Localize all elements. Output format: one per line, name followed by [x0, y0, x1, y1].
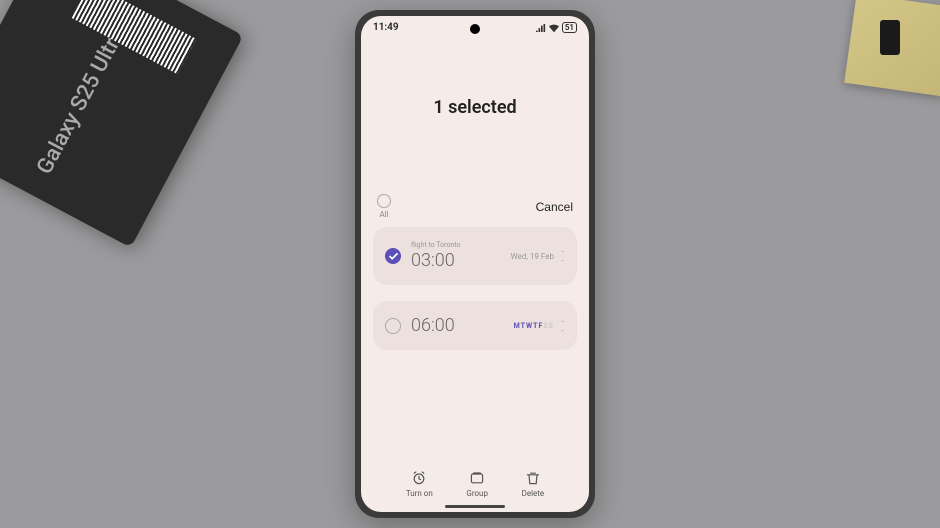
select-all-label: All — [379, 210, 388, 219]
alarm-icon — [411, 470, 427, 486]
camera-hole — [470, 24, 480, 34]
alarm-checkbox-unchecked[interactable] — [385, 318, 401, 334]
alarm-content: 06:00 — [411, 315, 504, 336]
status-time: 11:49 — [373, 22, 399, 33]
group-button[interactable]: Group — [466, 470, 488, 498]
alarm-item[interactable]: 06:00 MTWTFSS ⌃⌃ — [373, 301, 577, 350]
alarm-item[interactable]: flight to Toronto 03:00 Wed, 19 Feb ⌃⌃ — [373, 227, 577, 285]
product-name: Galaxy S25 Ultra — [32, 24, 130, 179]
action-label: Turn on — [406, 489, 433, 498]
gesture-bar[interactable] — [445, 505, 505, 508]
alarm-checkbox-checked[interactable] — [385, 248, 401, 264]
wifi-icon — [549, 24, 559, 32]
turn-on-button[interactable]: Turn on — [406, 470, 433, 498]
alarm-date: Wed, 19 Feb — [511, 252, 554, 261]
signal-icon — [536, 24, 546, 32]
alarm-time: 03:00 — [411, 250, 501, 271]
expand-icon[interactable]: ⌃⌃ — [560, 251, 565, 261]
phone-screen: 11:49 51 1 selected All Cancel — [361, 16, 589, 512]
alarm-meta: Wed, 19 Feb ⌃⌃ — [511, 251, 565, 261]
trash-icon — [525, 470, 541, 486]
cancel-button[interactable]: Cancel — [536, 200, 573, 214]
delete-button[interactable]: Delete — [522, 470, 545, 498]
status-icons: 51 — [536, 22, 577, 33]
header-row: All Cancel — [361, 194, 589, 219]
select-all-checkbox[interactable] — [377, 194, 391, 208]
background-clip — [880, 20, 900, 55]
alarm-content: flight to Toronto 03:00 — [411, 241, 501, 271]
bottom-action-bar: Turn on Group Delete — [361, 470, 589, 498]
battery-icon: 51 — [562, 22, 577, 33]
select-all-button[interactable]: All — [377, 194, 391, 219]
expand-icon[interactable]: ⌃⌃ — [560, 321, 565, 331]
page-title: 1 selected — [361, 97, 589, 118]
phone-device: 11:49 51 1 selected All Cancel — [355, 10, 595, 518]
alarm-meta: MTWTFSS ⌃⌃ — [514, 321, 565, 331]
action-label: Group — [466, 489, 488, 498]
alarm-label: flight to Toronto — [411, 241, 501, 249]
product-box: Galaxy S25 Ultra — [0, 0, 243, 248]
action-label: Delete — [522, 489, 545, 498]
alarm-days: MTWTFSS — [514, 322, 554, 330]
group-icon — [469, 470, 485, 486]
alarm-time: 06:00 — [411, 315, 504, 336]
